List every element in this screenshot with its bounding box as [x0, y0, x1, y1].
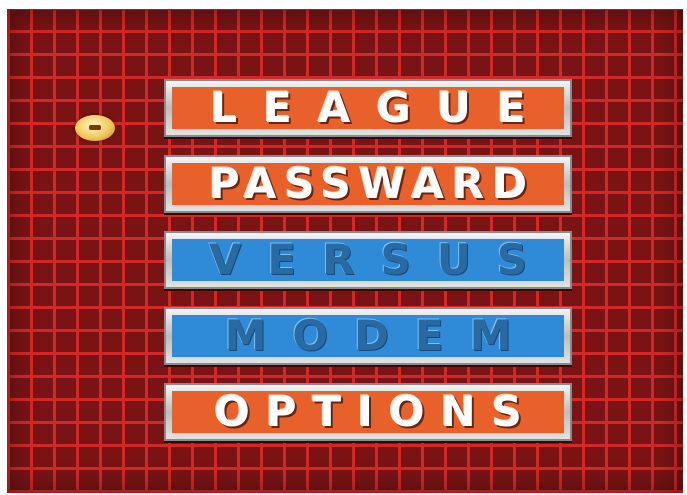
options-button[interactable]: OPTIONS: [164, 383, 572, 441]
versus-label: VERSUS: [172, 239, 564, 281]
league-button[interactable]: LEAGUE: [164, 79, 572, 137]
game-screen: LEAGUE PASSWARD VERSUS MODEM OPTIONS: [7, 9, 683, 493]
modem-button[interactable]: MODEM: [164, 307, 572, 365]
league-label: LEAGUE: [172, 87, 564, 129]
modem-label: MODEM: [172, 315, 564, 357]
passward-label: PASSWARD: [172, 163, 564, 205]
options-label: OPTIONS: [172, 391, 564, 433]
football-cursor-icon: [75, 115, 115, 141]
versus-button[interactable]: VERSUS: [164, 231, 572, 289]
passward-button[interactable]: PASSWARD: [164, 155, 572, 213]
